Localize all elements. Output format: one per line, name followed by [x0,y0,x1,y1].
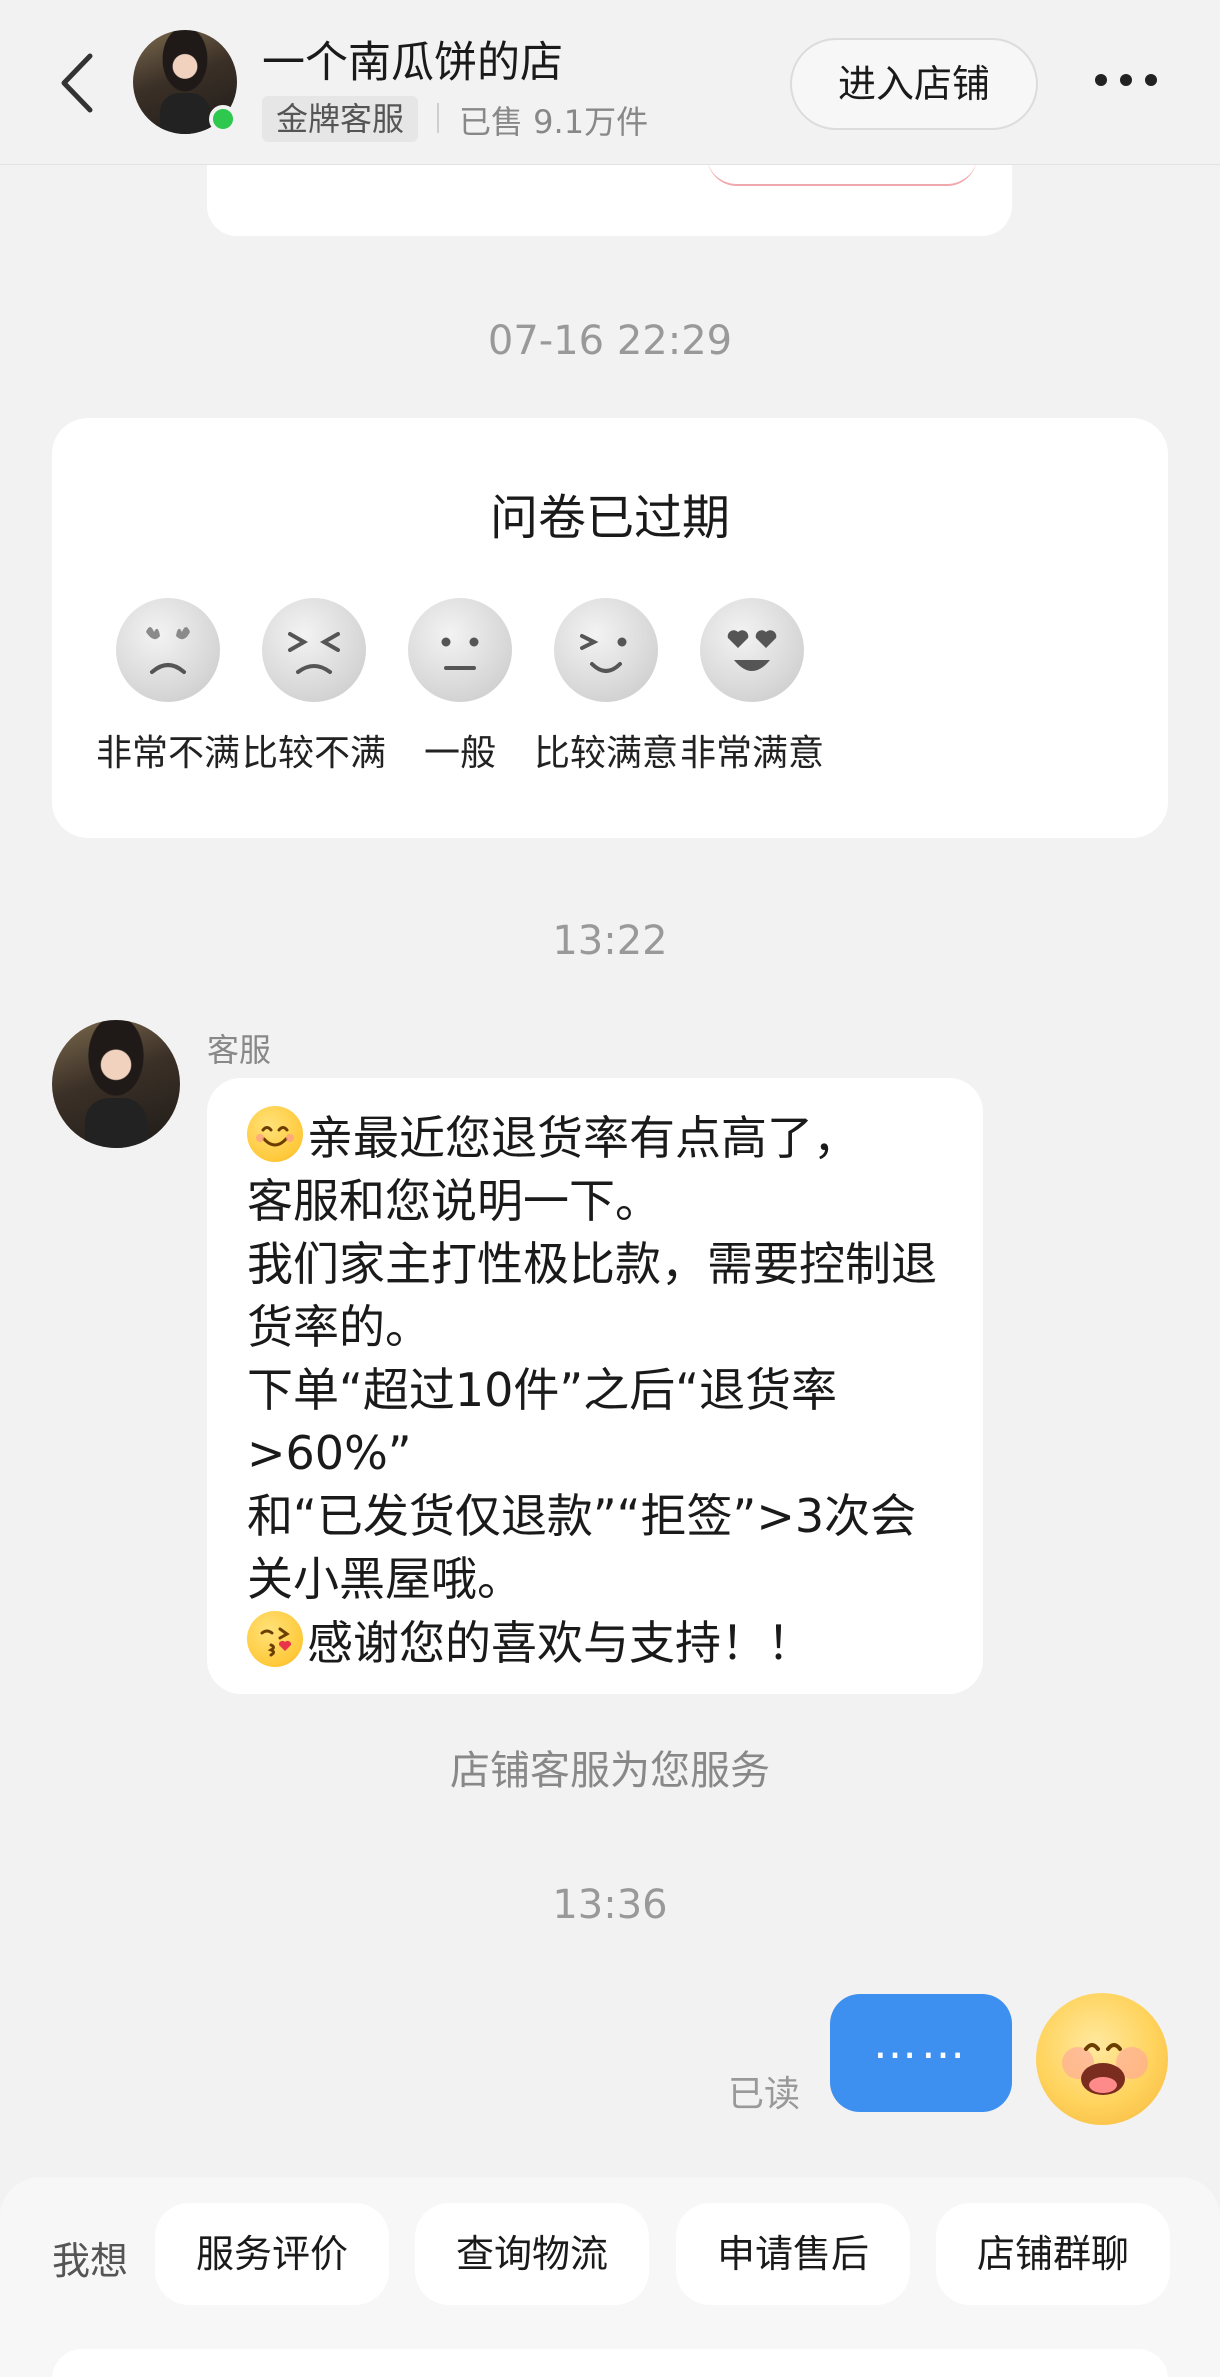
message-input-area[interactable] [52,2349,1168,2377]
timestamp: 07-16 22:29 [487,318,733,364]
outgoing-message-bubble[interactable]: …… [830,1994,1012,2112]
timestamp: 13:36 [552,1882,668,1928]
my-avatar[interactable] [1036,1993,1168,2125]
quick-shop-group-chat-button[interactable]: 店铺群聊 [936,2203,1170,2305]
very-satisfied-face-icon [700,598,804,702]
survey-title: 问卷已过期 [489,490,730,546]
quick-action-prefix: 我想 [52,2239,129,2283]
very-dissatisfied-face-icon [116,598,220,702]
online-status-dot [209,105,237,133]
message-line: 感谢您的喜欢与支持！！ [307,1616,813,1670]
back-button[interactable] [50,48,110,118]
enter-shop-button[interactable]: 进入店铺 [790,38,1038,130]
incoming-message-text: 亲最近您退货率有点高了， 客服和您说明一下。 我们家主打性极比款，需要控制退货率… [247,1106,947,1675]
smiling-face-emoji-icon [247,1106,303,1162]
satisfied-face-icon [554,598,658,702]
quick-after-sales-button[interactable]: 申请售后 [676,2203,910,2305]
chat-header: 一个南瓜饼的店 金牌客服 已售 9.1万件 进入店铺 [0,0,1220,165]
read-status: 已读 [728,2074,801,2115]
gold-service-badge: 金牌客服 [262,96,419,142]
more-options-button[interactable] [1095,65,1165,95]
more-dot-icon [1120,74,1132,86]
shop-name[interactable]: 一个南瓜饼的店 [262,28,563,90]
agent-avatar[interactable] [52,1020,180,1148]
sender-name: 客服 [207,1031,272,1069]
quick-action-bar: 我想 服务评价 查询物流 申请售后 店铺群聊 [0,2177,1220,2377]
kissing-face-emoji-icon [247,1611,303,1667]
survey-card: 问卷已过期 非常不满 比较不满 一般 比较满意 非常满意 [52,418,1168,838]
incoming-message-bubble[interactable]: 亲最近您退货率有点高了， 客服和您说明一下。 我们家主打性极比款，需要控制退货率… [207,1078,983,1694]
message-line: 亲最近您退货率有点高了， [307,1111,859,1165]
meta-divider [437,103,439,133]
rating-label: 非常满意 [679,733,824,774]
dissatisfied-face-icon [262,598,366,702]
quick-service-review-button[interactable]: 服务评价 [155,2203,389,2305]
rating-option-very-satisfied[interactable]: 非常满意 [652,598,852,776]
sold-count: 已售 9.1万件 [459,103,649,141]
more-dot-icon [1145,74,1157,86]
quick-track-shipping-button[interactable]: 查询物流 [415,2203,649,2305]
neutral-face-icon [408,598,512,702]
chevron-left-icon [61,53,93,113]
message-body: 客服和您说明一下。 我们家主打性极比款，需要控制退货率的。 下单“超过10件”之… [247,1174,937,1606]
system-notice: 店铺客服为您服务 [450,1748,770,1794]
timestamp: 13:22 [552,918,668,964]
more-dot-icon [1095,74,1107,86]
